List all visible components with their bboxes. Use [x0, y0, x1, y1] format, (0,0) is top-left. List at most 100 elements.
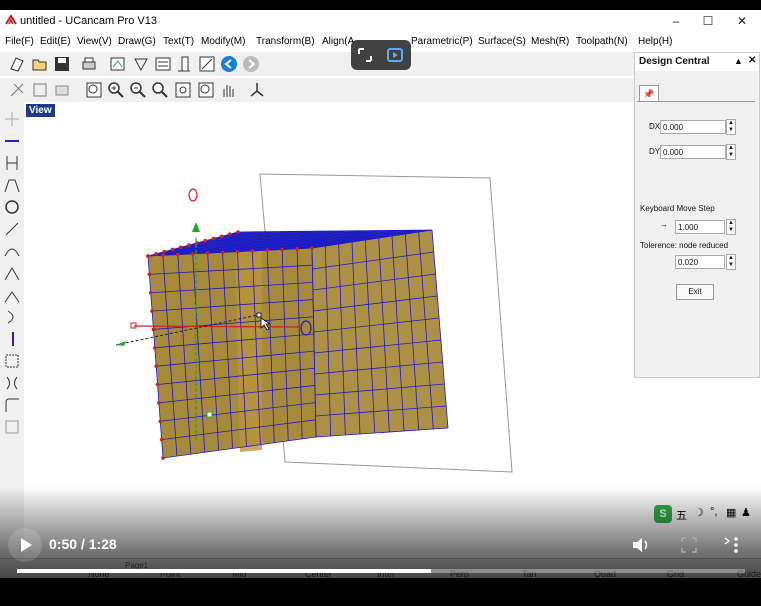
new-file-icon[interactable] — [8, 55, 26, 73]
app-logo-icon — [5, 14, 17, 25]
zoom-selected-icon[interactable] — [197, 81, 215, 99]
save-icon[interactable] — [53, 55, 71, 73]
fillet-tool-icon[interactable] — [3, 396, 21, 414]
zoom-out-icon[interactable] — [129, 81, 147, 99]
zoom-window-icon[interactable] — [85, 81, 103, 99]
volume-icon[interactable] — [631, 536, 651, 554]
menu-toolpath[interactable]: Toolpath(N) — [576, 36, 628, 47]
fullscreen-icon[interactable] — [681, 537, 697, 553]
menu-parametric[interactable]: Parametric(P) — [411, 36, 473, 47]
vectorize-icon[interactable] — [132, 55, 150, 73]
menu-modify[interactable]: Modify(M) — [201, 36, 245, 47]
measure-icon[interactable] — [175, 55, 193, 73]
line-tool-icon[interactable] — [3, 132, 21, 150]
node-edit-icon[interactable] — [3, 264, 21, 282]
exit-button[interactable]: Exit — [676, 284, 714, 300]
punctuation-icon[interactable]: °, — [710, 506, 717, 518]
pan-hand-icon[interactable] — [219, 81, 237, 99]
zoom-previous-icon[interactable] — [151, 81, 169, 99]
menu-surface[interactable]: Surface(S) — [478, 36, 526, 47]
nesting-icon[interactable] — [198, 55, 216, 73]
app-window: untitled - UCancam Pro V13 – ☐ ✕ File(F)… — [0, 10, 761, 578]
mesh-node — [158, 419, 163, 424]
import-icon[interactable] — [109, 55, 127, 73]
close-button[interactable]: ✕ — [727, 12, 757, 30]
moon-icon[interactable]: ☽ — [694, 506, 704, 519]
offset-tool-icon[interactable] — [3, 308, 21, 326]
menu-edit[interactable]: Edit(E) — [40, 36, 71, 47]
z-axis-arrow — [116, 341, 126, 346]
ime-logo-icon[interactable]: S — [654, 505, 672, 523]
back-arrow-icon[interactable] — [220, 55, 238, 73]
user-icon[interactable]: ♟ — [741, 506, 751, 519]
seek-bar[interactable] — [17, 569, 745, 573]
mesh-node — [176, 252, 180, 257]
mesh-node — [155, 382, 160, 387]
dy-input[interactable] — [660, 145, 726, 159]
circle-tool-icon[interactable] — [3, 198, 21, 216]
more-options-icon[interactable] — [722, 535, 742, 555]
mesh-node — [146, 254, 150, 258]
mesh-node — [219, 234, 224, 239]
mesh-node — [187, 243, 191, 247]
ime-mode[interactable]: 五 — [676, 507, 687, 523]
rectangle-select-icon[interactable] — [3, 352, 21, 370]
polyline-tool-icon[interactable] — [3, 176, 21, 194]
minimize-button[interactable]: – — [661, 12, 691, 30]
keyboard-icon[interactable]: ▦ — [726, 506, 736, 519]
dx-spinner[interactable]: ▲ ▼ — [726, 119, 736, 135]
text-tool-icon[interactable] — [3, 418, 21, 436]
forward-arrow-icon[interactable] — [242, 55, 260, 73]
mesh-node — [205, 251, 210, 255]
menu-help[interactable]: Help(H) — [638, 36, 672, 47]
zoom-in-icon[interactable] — [107, 81, 125, 99]
weld-tool-icon[interactable] — [53, 81, 71, 99]
dx-input[interactable] — [660, 120, 726, 134]
mesh-node — [211, 236, 216, 241]
menu-view[interactable]: View(V) — [77, 36, 112, 47]
video-record-icon[interactable] — [386, 46, 404, 64]
view-toolbar — [0, 78, 634, 102]
cut-tool-icon[interactable] — [8, 81, 26, 99]
play-button[interactable] — [7, 527, 43, 563]
zoom-all-icon[interactable] — [174, 81, 192, 99]
mesh-cube-viewport[interactable] — [24, 102, 636, 578]
group-tool-icon[interactable] — [3, 374, 21, 392]
panel-close-icon[interactable]: ✕ — [748, 55, 756, 66]
maximize-button[interactable]: ☐ — [693, 12, 723, 30]
select-node-icon[interactable] — [3, 110, 21, 128]
menu-draw[interactable]: Draw(G) — [118, 36, 156, 47]
move-step-arrow-icon: → — [660, 220, 668, 229]
pin-tab[interactable]: 📌 — [639, 85, 659, 102]
open-folder-icon[interactable] — [31, 55, 49, 73]
tolerance-input[interactable] — [675, 255, 725, 269]
bezier-tool-icon[interactable] — [3, 242, 21, 260]
mesh-node — [170, 247, 175, 252]
axis-3d-icon[interactable] — [248, 81, 266, 99]
design-canvas[interactable] — [24, 102, 636, 578]
trim-tool-icon[interactable] — [3, 286, 21, 304]
menu-file[interactable]: File(F) — [5, 36, 34, 47]
mesh-node — [161, 253, 165, 258]
menu-align[interactable]: Align(A — [322, 36, 354, 47]
keyboard-move-step-label: Keyboard Move Step — [640, 204, 715, 213]
array-tool-icon[interactable] — [31, 81, 49, 99]
tolerance-spinner[interactable]: ▲ ▼ — [726, 254, 736, 270]
layer-list-icon[interactable] — [154, 55, 172, 73]
dy-spinner[interactable]: ▲ ▼ — [726, 144, 736, 160]
restore-window-icon[interactable] — [356, 46, 374, 64]
mesh-node — [153, 346, 157, 350]
y-axis-arrow — [192, 222, 200, 232]
mesh-node — [250, 249, 255, 253]
dimension-tool-icon[interactable] — [3, 330, 21, 348]
move-step-spinner[interactable]: ▲ ▼ — [726, 219, 736, 235]
menu-text[interactable]: Text(T) — [163, 36, 194, 47]
menu-mesh[interactable]: Mesh(R) — [531, 36, 569, 47]
arc-tool-icon[interactable] — [3, 220, 21, 238]
align-tool-icon[interactable] — [3, 154, 21, 172]
keyboard-move-step-input[interactable] — [675, 220, 725, 234]
print-icon[interactable] — [80, 55, 98, 73]
menu-transform[interactable]: Transform(B) — [256, 36, 315, 47]
panel-pin-arrow-icon[interactable]: ▲ — [734, 56, 743, 66]
mesh-node — [190, 252, 195, 256]
